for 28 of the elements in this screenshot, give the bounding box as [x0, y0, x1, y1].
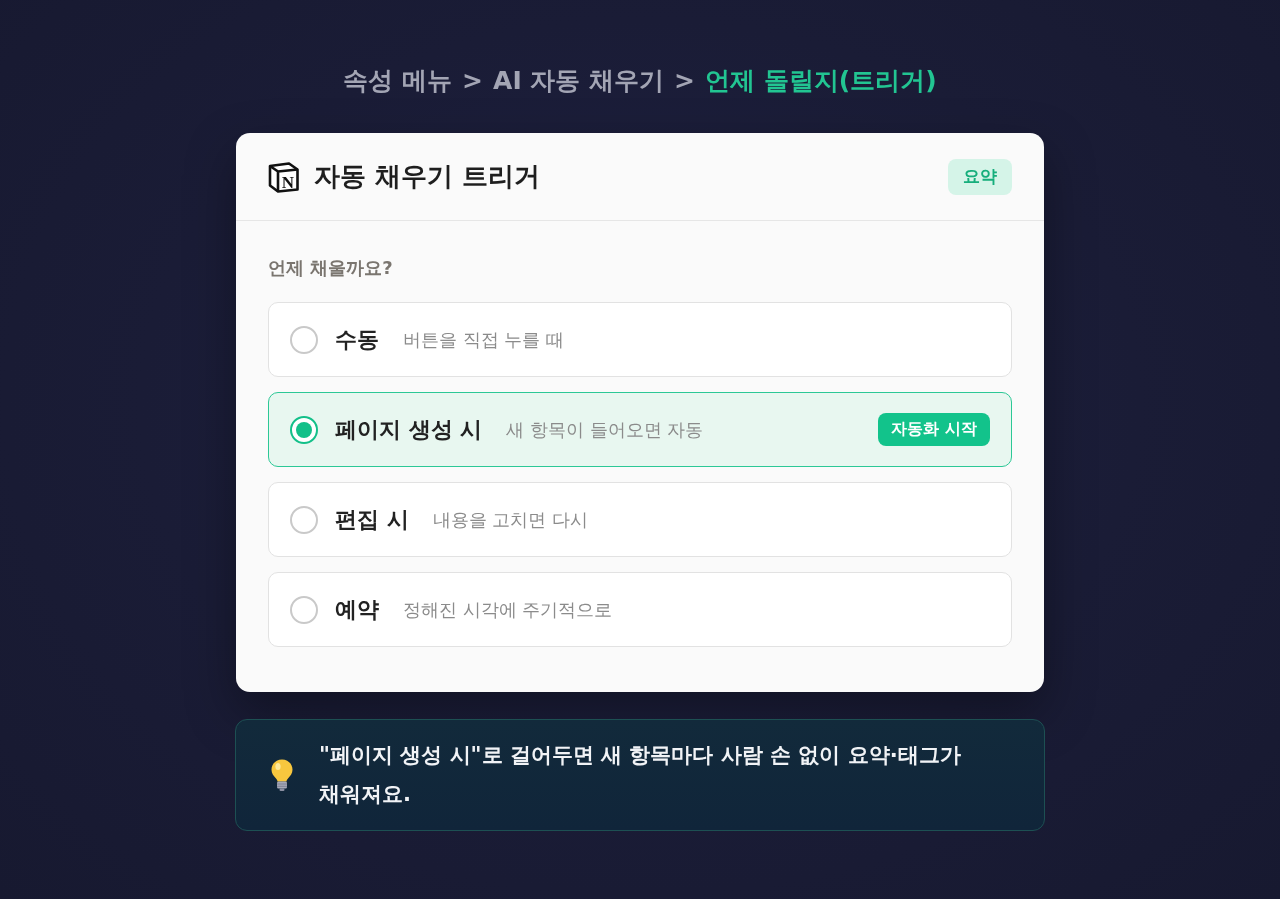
option-label: 수동 [335, 325, 379, 354]
trigger-option[interactable]: 예약 정해진 시각에 주기적으로 [268, 572, 1012, 647]
option-description: 새 항목이 들어오면 자동 [506, 417, 704, 442]
breadcrumb-separator: > [674, 65, 696, 95]
lightbulb-icon [270, 758, 294, 792]
radio-button[interactable] [290, 325, 318, 354]
radio-button[interactable] [290, 415, 318, 444]
radio-button[interactable] [290, 595, 318, 624]
option-description: 내용을 고치면 다시 [432, 507, 589, 532]
radio-button[interactable] [290, 505, 318, 534]
trigger-option[interactable]: 수동 버튼을 직접 누를 때 [268, 302, 1012, 377]
breadcrumb-separator: > [462, 65, 484, 95]
summary-badge: 요약 [948, 158, 1012, 195]
breadcrumb-item[interactable]: 속성 메뉴 [343, 63, 453, 97]
automation-badge: 자동화 시작 [878, 413, 990, 446]
logo-icon: N [268, 160, 299, 193]
card-title: 자동 채우기 트리거 [314, 160, 541, 193]
trigger-option[interactable]: 페이지 생성 시 새 항목이 들어오면 자동 자동화 시작 [268, 392, 1012, 467]
breadcrumb-item[interactable]: AI 자동 채우기 [493, 63, 665, 97]
option-label: 페이지 생성 시 [335, 415, 483, 444]
tip-text: "페이지 생성 시"로 걸어두면 새 항목마다 사람 손 없이 요약·태그가 채워져요. [319, 742, 962, 808]
question-label: 언제 채울까요? [268, 256, 394, 280]
trigger-option[interactable]: 편집 시 내용을 고치면 다시 [268, 482, 1012, 557]
option-label: 편집 시 [335, 505, 409, 534]
option-label: 예약 [335, 595, 379, 624]
option-description: 정해진 시각에 주기적으로 [403, 597, 613, 622]
option-description: 버튼을 직접 누를 때 [403, 327, 565, 352]
breadcrumb-item[interactable]: 언제 돌릴지(트리거) [705, 63, 937, 97]
